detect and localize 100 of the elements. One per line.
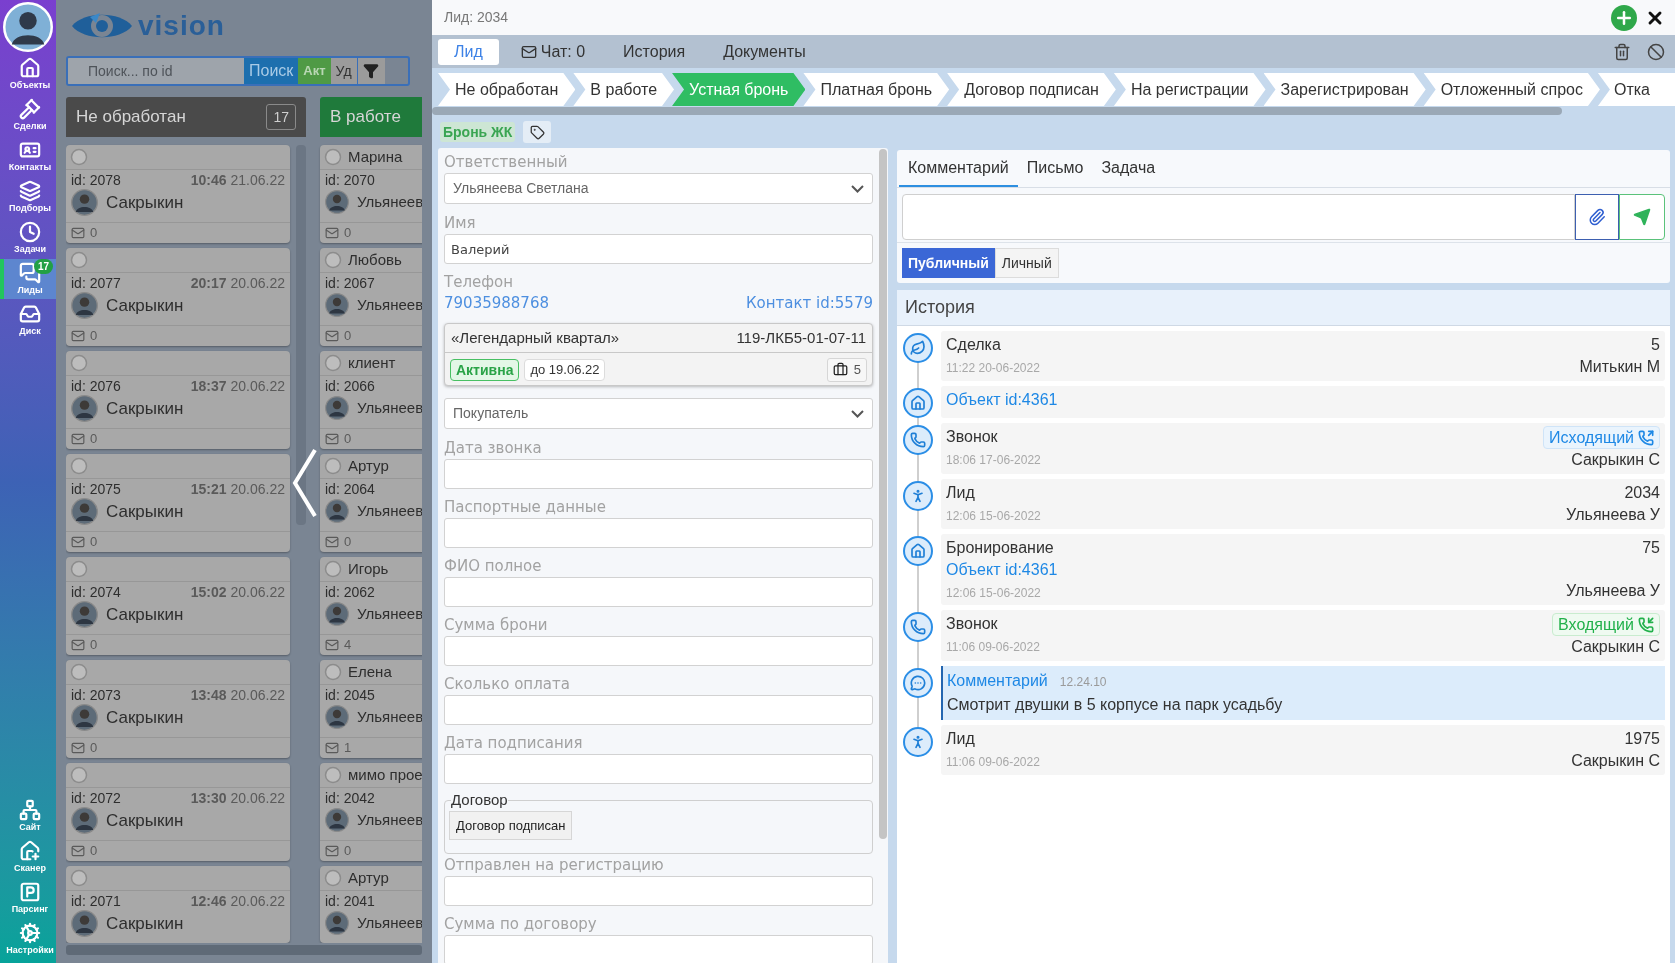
nav-item[interactable]: Объекты xyxy=(0,54,56,94)
stage-step[interactable]: Отложенный спрос xyxy=(1423,73,1600,106)
user-icon xyxy=(70,251,88,269)
nav-item[interactable]: Парсинг xyxy=(0,878,56,918)
block-icon[interactable] xyxy=(1647,42,1665,61)
scrollbar[interactable] xyxy=(879,149,887,839)
nav-item[interactable]: Задачи xyxy=(0,218,56,258)
nav-item[interactable]: Настройки xyxy=(0,919,56,959)
tab[interactable]: История xyxy=(607,38,702,65)
input-field[interactable] xyxy=(444,695,873,725)
event-time: 12:06 15-06-2022 xyxy=(946,585,1042,602)
field-label: Паспортные данные xyxy=(444,497,607,518)
visibility-toggle[interactable]: Публичный xyxy=(902,248,995,278)
lead-card[interactable]: id: 2073 13:48 20.06.22 Сакрыкин 0 xyxy=(66,660,290,758)
tag-button[interactable] xyxy=(523,121,552,143)
tab[interactable]: Документы xyxy=(707,38,822,65)
input-field[interactable] xyxy=(444,636,873,666)
message-count: 0 xyxy=(344,224,352,243)
event-value: 1975 xyxy=(1624,729,1660,749)
scrollbar[interactable] xyxy=(66,945,422,955)
avatar-icon xyxy=(325,705,349,729)
object-link[interactable]: Объект id:4361 xyxy=(946,559,1058,581)
tab[interactable]: Задача xyxy=(1092,151,1165,187)
phone-arrow-icon xyxy=(1638,429,1654,446)
lead-card[interactable]: id: 2075 15:21 20.06.22 Сакрыкин 0 xyxy=(66,454,290,552)
nav-item[interactable]: Сделки xyxy=(0,95,56,135)
stage-step[interactable]: Не обработан xyxy=(438,73,576,106)
avatar-icon xyxy=(71,189,98,216)
contract-button[interactable]: Договор подписан xyxy=(449,811,573,840)
nav-item[interactable]: Лиды 17 xyxy=(0,259,56,299)
scrollbar[interactable] xyxy=(432,107,1562,115)
input-field[interactable] xyxy=(444,518,873,548)
briefcase-button[interactable]: 5 xyxy=(826,357,867,382)
lead-card[interactable]: id: 2077 20:17 20.06.22 Сакрыкин 0 xyxy=(66,248,290,346)
stage-step[interactable]: Зарегистрирован xyxy=(1263,73,1426,106)
avatar-icon xyxy=(325,396,349,420)
logo-text: vision xyxy=(138,11,225,41)
lead-card[interactable]: Игорь id: 2062 Ульянеев 4 xyxy=(320,557,422,655)
paperclip-icon xyxy=(1588,208,1606,226)
stage-step[interactable]: В работе xyxy=(573,73,675,106)
stage-step[interactable]: Отка xyxy=(1597,73,1675,106)
card-person: Ульянеев xyxy=(357,295,422,315)
nav-item[interactable]: Диск xyxy=(0,300,56,340)
chevron-left-icon[interactable] xyxy=(292,447,318,519)
lead-card[interactable]: id: 2071 12:46 20.06.22 Сакрыкин xyxy=(66,866,290,943)
comment-field[interactable] xyxy=(902,194,1575,240)
lead-card[interactable]: мимо прое id: 2042 Ульянеев 0 xyxy=(320,763,422,861)
tab[interactable]: Письмо xyxy=(1017,151,1093,187)
stage-step[interactable]: Договор подписан xyxy=(947,73,1116,106)
panel-title: История xyxy=(905,296,975,319)
house-icon xyxy=(903,388,933,418)
nav-item[interactable]: Подборы xyxy=(0,177,56,217)
input-field[interactable]: Валерий xyxy=(444,234,873,264)
scrollbar[interactable] xyxy=(296,145,306,525)
avatar-icon xyxy=(71,910,98,937)
send-button[interactable] xyxy=(1619,194,1665,240)
trash-icon[interactable] xyxy=(1613,42,1631,61)
input-field[interactable] xyxy=(444,577,873,607)
phone-icon xyxy=(903,612,933,642)
attach-button[interactable] xyxy=(1575,194,1619,240)
input-field[interactable] xyxy=(444,876,873,906)
lead-card[interactable]: id: 2074 15:02 20.06.22 Сакрыкин 0 xyxy=(66,557,290,655)
add-button[interactable] xyxy=(1611,4,1637,31)
nav-item[interactable]: Контакты xyxy=(0,136,56,176)
event-value: 2034 xyxy=(1624,483,1660,503)
field-label: Имя xyxy=(444,213,477,234)
lead-card[interactable]: id: 2072 13:30 20.06.22 Сакрыкин 0 xyxy=(66,763,290,861)
card-date: 20.06.22 xyxy=(230,377,285,395)
lead-card[interactable]: id: 2076 18:37 20.06.22 Сакрыкин 0 xyxy=(66,351,290,449)
stage-step[interactable]: На регистрации xyxy=(1113,73,1266,106)
lead-card[interactable]: Марина id: 2070 Ульянеев 0 xyxy=(320,145,422,243)
person-icon xyxy=(903,481,933,511)
lead-card[interactable]: Артур id: 2041 Ульянеев xyxy=(320,866,422,943)
phone-link[interactable]: 79035988768 xyxy=(444,291,549,315)
input-field[interactable] xyxy=(444,754,873,784)
nav-item[interactable]: Сканер xyxy=(0,837,56,877)
tab[interactable]: Лид xyxy=(438,38,499,65)
input-field[interactable] xyxy=(444,459,873,489)
lead-card[interactable]: клиент id: 2066 Ульянеев 0 xyxy=(320,351,422,449)
select-field[interactable]: Покупатель xyxy=(444,398,873,429)
lead-card[interactable]: Артур id: 2064 Ульянеев 0 xyxy=(320,454,422,552)
nav-item[interactable]: Сайт xyxy=(0,796,56,836)
select-field[interactable]: Ульянеева Светлана xyxy=(444,173,873,204)
card-name: клиент xyxy=(348,353,396,373)
mail-icon xyxy=(325,638,339,652)
input-field[interactable] xyxy=(444,935,873,963)
field-label: Сумма брони xyxy=(444,615,549,636)
stage-step[interactable]: Платная бронь xyxy=(803,73,950,106)
tab[interactable]: Комментарий xyxy=(899,151,1018,187)
contact-link[interactable]: Контакт id:5579 xyxy=(745,291,873,315)
visibility-toggle[interactable]: Личный xyxy=(994,248,1059,278)
user-icon xyxy=(70,560,88,578)
lead-card[interactable]: Любовь id: 2067 Ульянеев 0 xyxy=(320,248,422,346)
event-title: Звонок xyxy=(946,427,999,447)
mail-icon xyxy=(71,329,85,343)
object-link[interactable]: Объект id:4361 xyxy=(946,389,1058,411)
lead-card[interactable]: id: 2078 10:46 21.06.22 Сакрыкин 0 xyxy=(66,145,290,243)
mail-icon xyxy=(71,638,85,652)
lead-card[interactable]: Елена id: 2045 Ульянеев 1 xyxy=(320,660,422,758)
tab[interactable]: Чат: 0 xyxy=(504,38,602,65)
